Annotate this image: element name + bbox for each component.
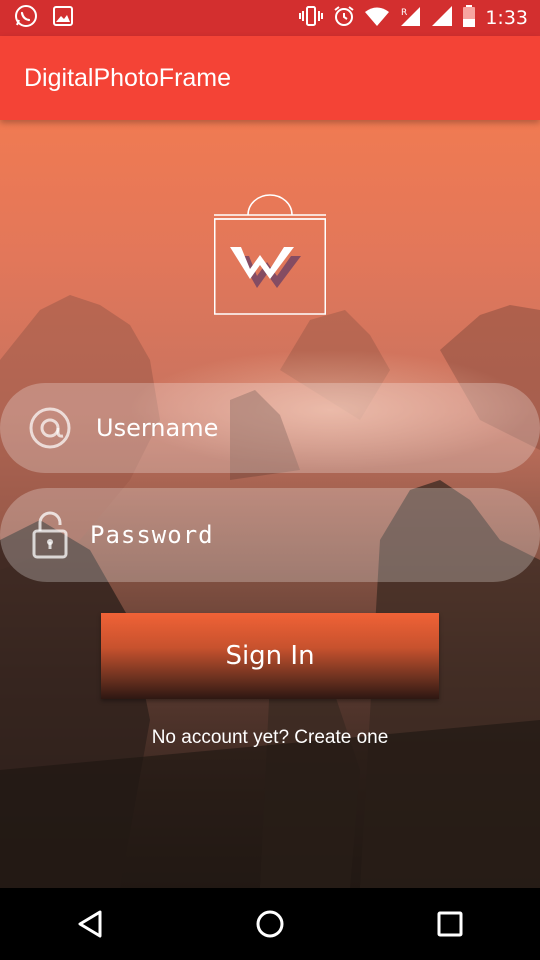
lock-icon [26, 511, 74, 559]
navigation-bar [0, 888, 540, 960]
sign-in-button[interactable]: Sign In [101, 613, 439, 699]
password-field[interactable]: Password [0, 488, 540, 582]
back-icon[interactable] [60, 894, 120, 954]
recents-icon[interactable] [420, 894, 480, 954]
username-input[interactable]: Username [96, 414, 218, 442]
signal-icon [431, 5, 453, 32]
app-toolbar: DigitalPhotoFrame [0, 36, 540, 120]
home-icon[interactable] [240, 894, 300, 954]
app-logo [214, 193, 326, 315]
wifi-icon [365, 6, 390, 31]
create-account-link[interactable]: No account yet? Create one [0, 727, 540, 749]
username-field[interactable]: Username [0, 383, 540, 473]
image-icon [52, 5, 74, 31]
at-sign-icon [26, 404, 74, 452]
alarm-icon [333, 5, 355, 32]
password-input[interactable]: Password [90, 521, 214, 549]
battery-icon [463, 4, 476, 32]
svg-text:R: R [401, 8, 407, 18]
vibrate-icon [299, 5, 324, 32]
signal-roaming-icon: R [399, 5, 421, 32]
whatsapp-icon [14, 4, 38, 32]
status-time: 1:33 [485, 7, 528, 29]
background-landscape: Username Password Sign In No account yet… [0, 120, 540, 888]
app-title: DigitalPhotoFrame [24, 63, 232, 92]
status-bar: R 1:33 [0, 0, 540, 36]
